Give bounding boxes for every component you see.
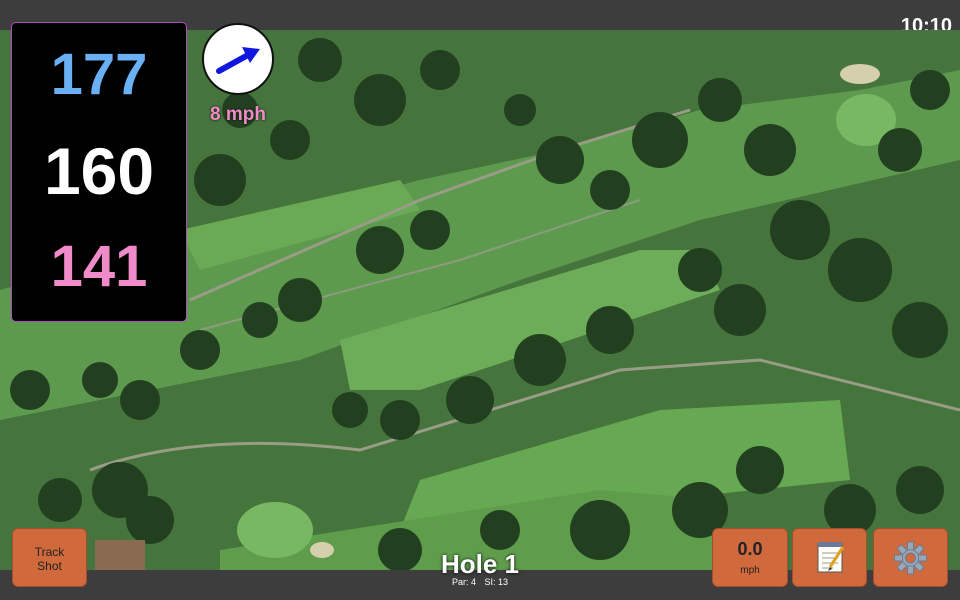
gear-icon	[894, 541, 927, 575]
back-distance: 177	[50, 42, 148, 107]
middle-distance: 160	[43, 134, 155, 208]
speed-unit: mph	[740, 565, 760, 576]
hole-info: Par: 4 SI: 13	[400, 577, 560, 587]
track-shot-button[interactable]: Track Shot	[12, 528, 87, 587]
speed-button[interactable]: 0.0 mph	[712, 528, 788, 587]
hole-stroke-index: SI: 13	[484, 577, 509, 587]
hole-par: Par: 4	[451, 577, 476, 587]
notes-button[interactable]	[792, 528, 867, 587]
distance-panel: 177 160 141	[11, 22, 187, 322]
settings-button[interactable]	[873, 528, 948, 587]
front-distance: 141	[50, 234, 148, 299]
hole-title: Hole 1	[440, 549, 520, 579]
wind-arrow-icon	[216, 47, 260, 74]
speed-value: 0.0	[737, 539, 763, 559]
wind-speed: 8 mph	[210, 104, 266, 125]
notepad-icon	[817, 542, 845, 573]
wind-indicator	[202, 23, 274, 95]
